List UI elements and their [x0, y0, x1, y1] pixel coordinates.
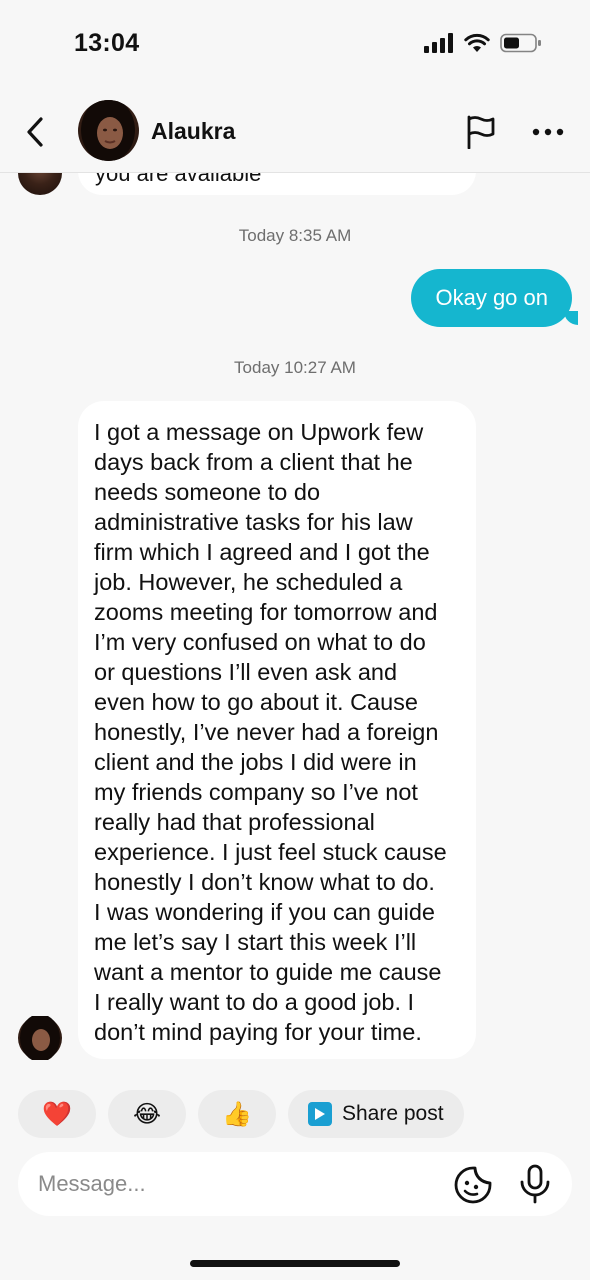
- message-line: really had that professional: [94, 809, 375, 835]
- avatar-image: [81, 100, 135, 161]
- message-text: Okay go on: [435, 285, 548, 310]
- message-line: I got a message on Upwork few: [94, 419, 424, 445]
- microphone-icon: [520, 1164, 550, 1204]
- message-text: I got a message on Upwork few days back f…: [94, 417, 466, 1047]
- battery-icon: [500, 33, 541, 53]
- message-text: you are available: [95, 173, 262, 186]
- wifi-icon: [464, 33, 490, 52]
- status-time: 13:04: [74, 29, 140, 57]
- more-options-button[interactable]: [528, 112, 568, 152]
- timestamp: Today 10:27 AM: [234, 358, 356, 377]
- message-line: honestly I don’t know what to do.: [94, 869, 435, 895]
- message-line: don’t mind paying for your time.: [94, 1019, 422, 1045]
- message-line: zooms meeting for tomorrow and: [94, 599, 438, 625]
- quick-reactions: ❤️ 😂 👍 Share post: [18, 1090, 464, 1138]
- voice-message-button[interactable]: [518, 1164, 552, 1204]
- thumbs-up-reaction-button[interactable]: 👍: [198, 1090, 276, 1138]
- heart-reaction-button[interactable]: ❤️: [18, 1090, 96, 1138]
- sent-message-bubble[interactable]: Okay go on: [411, 269, 578, 327]
- contact-avatar[interactable]: [78, 100, 139, 161]
- message-line: days back from a client that he: [94, 449, 413, 475]
- message-line: client and the jobs I did were in: [94, 749, 417, 775]
- back-button[interactable]: [18, 112, 52, 152]
- heart-icon: ❤️: [42, 1100, 72, 1128]
- message-line: my friends company so I’ve not: [94, 779, 418, 805]
- message-list[interactable]: you are available Today 8:35 AM Okay go …: [0, 173, 590, 1083]
- laughing-emoji-icon: 😂: [132, 1100, 162, 1128]
- sender-avatar[interactable]: [18, 1014, 62, 1062]
- message-line: needs someone to do: [94, 479, 321, 505]
- received-message-bubble[interactable]: I got a message on Upwork few days back f…: [78, 401, 476, 1059]
- sticker-icon: [454, 1166, 492, 1204]
- laugh-reaction-button[interactable]: 😂: [108, 1090, 186, 1138]
- back-icon: [27, 117, 43, 147]
- flag-icon: [467, 115, 495, 149]
- message-line: firm which I agreed and I got the: [94, 539, 430, 565]
- play-icon: [308, 1102, 332, 1126]
- status-icons: [424, 33, 542, 53]
- message-line: I’m very confused on what to do: [94, 629, 426, 655]
- message-input[interactable]: [38, 1152, 438, 1216]
- message-line: want a mentor to guide me cause: [94, 959, 442, 985]
- status-bar: 13:04: [0, 0, 590, 90]
- message-line: administrative tasks for his law: [94, 509, 413, 535]
- sender-avatar[interactable]: [18, 173, 62, 195]
- message-line: or questions I’ll even ask and: [94, 659, 398, 685]
- share-post-label: Share post: [342, 1102, 444, 1125]
- contact-name[interactable]: Alaukra: [151, 118, 235, 145]
- message-line: honestly, I’ve never had a foreign: [94, 719, 439, 745]
- chat-header: Alaukra: [0, 90, 590, 173]
- sticker-button[interactable]: [454, 1166, 492, 1204]
- message-line: even how to go about it. Cause: [94, 689, 418, 715]
- message-line: me let’s say I start this week I’ll: [94, 929, 417, 955]
- avatar-image: [20, 1014, 60, 1062]
- message-line: I was wondering if you can guide: [94, 899, 435, 925]
- thumbs-up-icon: 👍: [222, 1100, 252, 1128]
- timestamp: Today 8:35 AM: [238, 226, 352, 245]
- message-line: experience. I just feel stuck cause: [94, 839, 447, 865]
- signal-icon: [424, 33, 453, 53]
- message-composer: [18, 1152, 572, 1216]
- message-line: I really want to do a good job. I: [94, 989, 415, 1015]
- home-indicator[interactable]: [190, 1260, 400, 1267]
- message-line: job. However, he scheduled a: [94, 569, 403, 595]
- share-post-button[interactable]: Share post: [288, 1090, 464, 1138]
- more-icon: [532, 128, 564, 136]
- report-button[interactable]: [462, 112, 500, 152]
